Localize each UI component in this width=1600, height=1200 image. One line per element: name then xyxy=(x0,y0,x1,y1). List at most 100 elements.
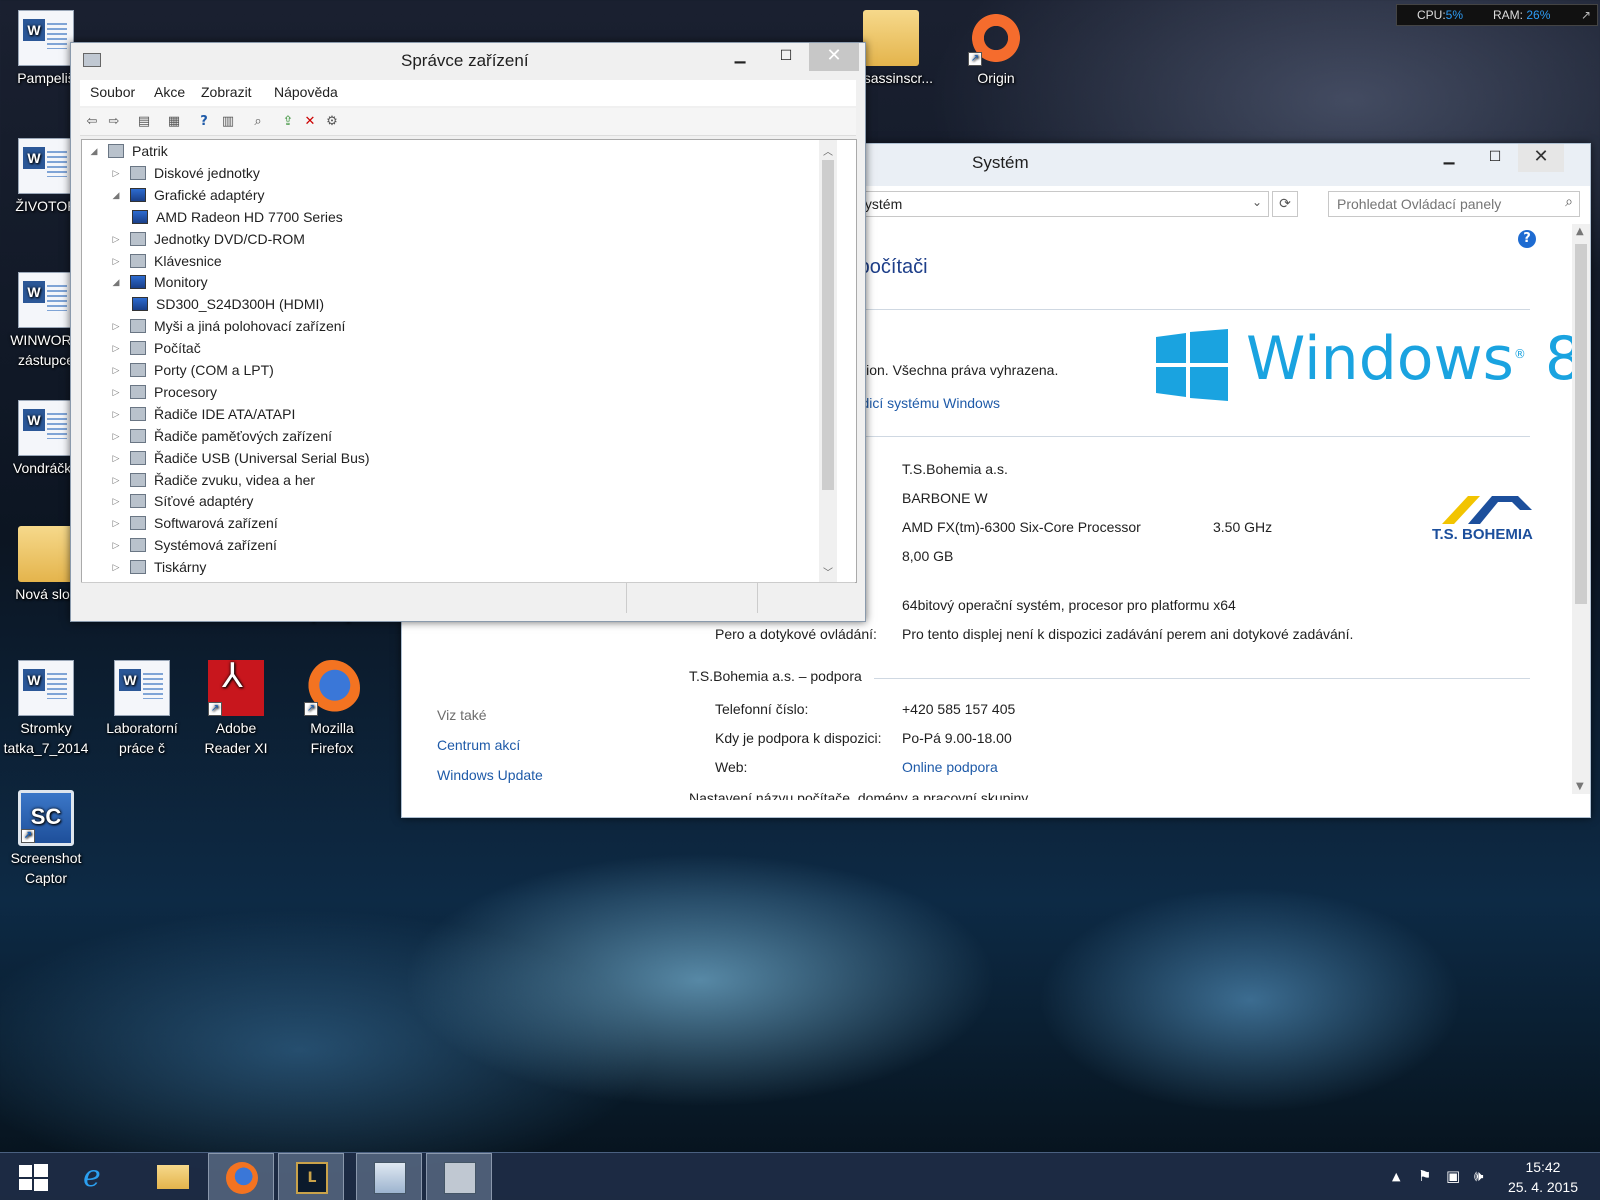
expanded-arrow-icon[interactable]: ◢ xyxy=(110,271,122,293)
ram-value: 8,00 GB xyxy=(902,548,954,564)
scroll-down-icon[interactable]: ▼ xyxy=(1576,781,1584,792)
close-button[interactable]: ✕ xyxy=(809,43,859,71)
volume-icon[interactable]: 🕪 xyxy=(1474,1167,1483,1185)
refresh-button[interactable]: ⟳ xyxy=(1272,191,1298,217)
expand-arrow-icon[interactable]: ↗ xyxy=(1581,5,1591,25)
desktop-icon-firefox[interactable]: ↗ Mozilla Firefox xyxy=(286,660,378,758)
enable-device-icon[interactable]: ⚙ xyxy=(324,114,340,130)
device-category-icon xyxy=(130,560,146,574)
properties-icon[interactable]: ▦ xyxy=(166,114,182,130)
processor-speed-value: 3.50 GHz xyxy=(1213,519,1273,535)
scroll-down-icon[interactable]: ﹀ xyxy=(823,564,833,579)
maximize-button[interactable]: ☐ xyxy=(763,43,809,71)
device-category-icon xyxy=(130,516,146,530)
start-button[interactable] xyxy=(0,1153,66,1200)
folder-icon xyxy=(157,1165,189,1189)
clock[interactable]: 15:42 25. 4. 2015 xyxy=(1508,1157,1578,1197)
collapsed-arrow-icon[interactable]: ▷ xyxy=(110,250,122,272)
taskbar-device-manager[interactable] xyxy=(426,1153,492,1200)
scan-hardware-icon[interactable]: ⌕ xyxy=(250,114,266,130)
shortcut-arrow-icon: ↗ xyxy=(304,702,318,716)
desktop-icon-adobe-reader[interactable]: ↗ Adobe Reader XI xyxy=(190,660,282,758)
address-bar[interactable]: › Systém ⌄ xyxy=(842,191,1269,217)
back-icon[interactable]: ⇦ xyxy=(84,114,100,130)
help-icon[interactable]: ? xyxy=(1518,230,1536,248)
collapsed-arrow-icon[interactable]: ▷ xyxy=(110,512,122,534)
collapsed-arrow-icon[interactable]: ▷ xyxy=(110,359,122,381)
menu-akce[interactable]: Akce xyxy=(154,84,185,100)
expanded-arrow-icon[interactable]: ◢ xyxy=(110,184,122,206)
start-windows-icon xyxy=(19,1164,48,1191)
help-icon[interactable]: ? xyxy=(196,114,212,130)
taskbar-internet-explorer[interactable]: e xyxy=(66,1153,132,1200)
collapsed-arrow-icon[interactable]: ▷ xyxy=(110,447,122,469)
display-device-icon xyxy=(130,188,146,202)
desktop-icon-screenshot-captor[interactable]: SC ↗ Screenshot Captor xyxy=(0,790,92,888)
menu-zobrazit[interactable]: Zobrazit xyxy=(201,84,252,100)
show-hidden-icons-icon[interactable]: ▲ xyxy=(1392,1170,1400,1183)
scrollbar[interactable]: ▲ ▼ xyxy=(1572,224,1590,794)
collapsed-arrow-icon[interactable]: ▷ xyxy=(110,228,122,250)
collapsed-arrow-icon[interactable]: ▷ xyxy=(110,534,122,556)
tree-scrollbar[interactable]: ︿ ﹀ xyxy=(819,140,837,582)
status-separator xyxy=(757,583,758,613)
web-label: Web: xyxy=(715,759,748,775)
uninstall-icon[interactable]: ✕ xyxy=(302,114,318,130)
close-button[interactable]: ✕ xyxy=(1518,144,1564,172)
show-hide-console-tree-icon[interactable]: ▤ xyxy=(136,114,152,130)
scroll-thumb[interactable] xyxy=(822,160,834,490)
support-section-title: T.S.Bohemia a.s. – podpora xyxy=(689,668,862,684)
collapsed-arrow-icon[interactable]: ▷ xyxy=(110,162,122,184)
collapsed-arrow-icon[interactable]: ▷ xyxy=(110,490,122,512)
collapsed-arrow-icon[interactable]: ▷ xyxy=(110,315,122,337)
collapsed-arrow-icon[interactable]: ▷ xyxy=(110,425,122,447)
collapsed-arrow-icon[interactable]: ▷ xyxy=(110,381,122,403)
taskbar-league-of-legends[interactable]: L xyxy=(278,1153,344,1200)
search-box[interactable]: ⌕ xyxy=(1328,191,1580,217)
device-category-icon xyxy=(130,363,146,377)
search-input[interactable] xyxy=(1329,192,1549,216)
expanded-arrow-icon[interactable]: ◢ xyxy=(88,140,100,162)
word-document-icon xyxy=(18,660,74,716)
action-center-flag-icon[interactable]: ⚑ xyxy=(1418,1167,1431,1185)
collapsed-arrow-icon[interactable]: ▷ xyxy=(110,337,122,359)
device-category-icon xyxy=(130,319,146,333)
view-icon[interactable]: ▥ xyxy=(220,114,236,130)
network-icon[interactable]: ▣ xyxy=(1446,1167,1460,1185)
scroll-up-icon[interactable]: ︿ xyxy=(823,143,833,158)
online-support-link[interactable]: Online podpora xyxy=(902,759,998,775)
desktop-icon-stromky[interactable]: Stromky tatka_7_2014 xyxy=(0,660,92,758)
windows-logo-icon xyxy=(1156,329,1228,401)
scroll-up-icon[interactable]: ▲ xyxy=(1576,226,1584,237)
internet-explorer-icon: e xyxy=(83,1159,101,1194)
manufacturer-value: T.S.Bohemia a.s. xyxy=(902,461,1008,477)
taskbar-file-explorer[interactable] xyxy=(140,1153,206,1200)
device-category-icon xyxy=(130,385,146,399)
forward-icon[interactable]: ⇨ xyxy=(106,114,122,130)
update-driver-icon[interactable]: ⇪ xyxy=(280,114,296,130)
scroll-thumb[interactable] xyxy=(1575,244,1587,604)
control-panel-icon xyxy=(374,1162,406,1194)
taskbar-control-panel[interactable] xyxy=(356,1153,422,1200)
device-manager-icon xyxy=(444,1162,476,1194)
desktop-icon-laboratorni[interactable]: Laboratorní práce č xyxy=(96,660,188,758)
maximize-button[interactable]: ☐ xyxy=(1472,144,1518,172)
action-center-link[interactable]: Centrum akcí xyxy=(437,737,520,753)
chevron-down-icon[interactable]: ⌄ xyxy=(1252,195,1262,209)
phone-value: +420 585 157 405 xyxy=(902,701,1016,717)
windows-update-link[interactable]: Windows Update xyxy=(437,767,543,783)
menu-napoveda[interactable]: Nápověda xyxy=(274,84,338,100)
firefox-icon xyxy=(226,1162,258,1194)
windows-logo-text: Windows® 8 xyxy=(1246,324,1584,394)
device-manager-titlebar[interactable]: Správce zařízení ▁ ☐ ✕ xyxy=(71,43,865,77)
minimize-button[interactable]: ▁ xyxy=(717,43,763,71)
collapsed-arrow-icon[interactable]: ▷ xyxy=(110,556,122,578)
word-document-icon xyxy=(114,660,170,716)
minimize-button[interactable]: ▁ xyxy=(1426,144,1472,172)
collapsed-arrow-icon[interactable]: ▷ xyxy=(110,403,122,425)
taskbar-firefox[interactable] xyxy=(208,1153,274,1200)
desktop-icon-origin[interactable]: ↗ Origin xyxy=(950,10,1042,88)
hours-value: Po-Pá 9.00-18.00 xyxy=(902,730,1012,746)
collapsed-arrow-icon[interactable]: ▷ xyxy=(110,469,122,491)
menu-soubor[interactable]: Soubor xyxy=(90,84,135,100)
